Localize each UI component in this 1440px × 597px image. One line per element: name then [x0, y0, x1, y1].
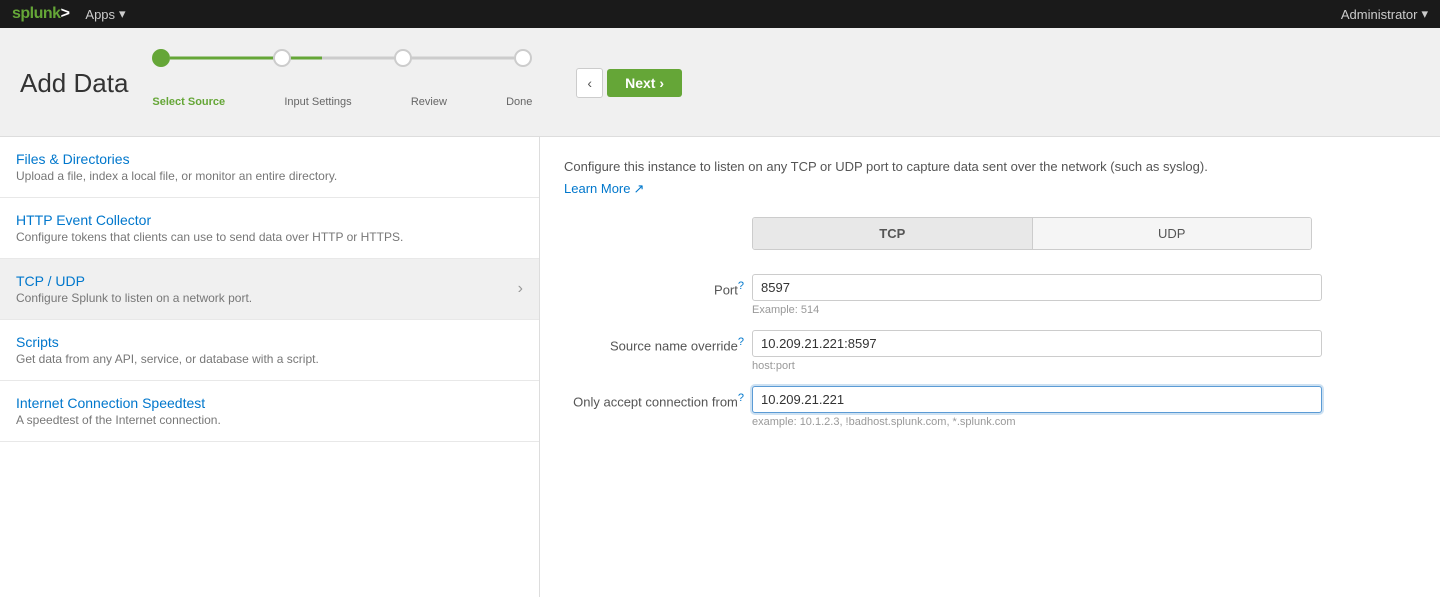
sidebar-item-scripts[interactable]: Scripts Get data from any API, service, … — [0, 320, 539, 381]
wizard-nav-buttons: ‹ Next › — [576, 68, 682, 98]
admin-menu[interactable]: Administrator ▾ — [1341, 6, 1428, 22]
sidebar-item-tcp-desc: Configure Splunk to listen on a network … — [16, 291, 518, 305]
connection-from-hint: example: 10.1.2.3, !badhost.splunk.com, … — [752, 416, 1322, 428]
sidebar-item-tcp-title: TCP / UDP — [16, 273, 518, 289]
content-area: Configure this instance to listen on any… — [540, 137, 1440, 597]
prev-button[interactable]: ‹ — [576, 68, 603, 98]
connection-from-input[interactable] — [752, 386, 1322, 413]
port-row: Port? Example: 514 — [564, 274, 1416, 316]
source-name-hint: host:port — [752, 360, 1322, 372]
wizard-step-3 — [394, 49, 412, 67]
sidebar-item-speedtest-title: Internet Connection Speedtest — [16, 395, 523, 411]
wizard-label-1: Select Source — [152, 96, 225, 108]
source-name-row: Source name override? host:port — [564, 330, 1416, 372]
sidebar-item-files[interactable]: Files & Directories Upload a file, index… — [0, 137, 539, 198]
page-title: Add Data — [20, 68, 128, 99]
sidebar-chevron-icon: › — [518, 280, 523, 298]
wizard-label-4: Done — [506, 96, 532, 108]
apps-chevron-icon: ▾ — [119, 6, 126, 22]
wizard-track — [152, 40, 532, 76]
page-header: Add Data Select Source Input Settings Re… — [0, 28, 1440, 137]
sidebar-item-tcp[interactable]: TCP / UDP Configure Splunk to listen on … — [0, 259, 539, 320]
udp-toggle-button[interactable]: UDP — [1033, 218, 1312, 249]
port-label: Port? — [564, 274, 744, 297]
admin-label: Administrator — [1341, 7, 1418, 22]
sidebar: Files & Directories Upload a file, index… — [0, 137, 540, 597]
next-button[interactable]: Next › — [607, 69, 682, 97]
connection-from-row: Only accept connection from? example: 10… — [564, 386, 1416, 428]
connection-from-tooltip-icon[interactable]: ? — [738, 392, 744, 404]
wizard-label-2: Input Settings — [284, 96, 351, 108]
admin-chevron-icon: ▾ — [1421, 6, 1428, 22]
sidebar-item-speedtest[interactable]: Internet Connection Speedtest A speedtes… — [0, 381, 539, 442]
sidebar-item-files-desc: Upload a file, index a local file, or mo… — [16, 169, 523, 183]
port-input[interactable] — [752, 274, 1322, 301]
protocol-toggle: TCP UDP — [752, 217, 1312, 250]
sidebar-item-http-desc: Configure tokens that clients can use to… — [16, 230, 523, 244]
content-description: Configure this instance to listen on any… — [564, 157, 1416, 177]
splunk-logo: splunk> — [12, 5, 69, 23]
wizard-step-1 — [152, 49, 170, 67]
main-layout: Files & Directories Upload a file, index… — [0, 137, 1440, 597]
wizard-steps — [152, 40, 532, 76]
apps-menu[interactable]: Apps ▾ — [85, 6, 125, 22]
sidebar-item-scripts-title: Scripts — [16, 334, 523, 350]
sidebar-item-speedtest-desc: A speedtest of the Internet connection. — [16, 413, 523, 427]
source-name-label: Source name override? — [564, 330, 744, 353]
learn-more-icon: ↗ — [633, 181, 644, 197]
sidebar-item-http-title: HTTP Event Collector — [16, 212, 523, 228]
wizard-step-2 — [273, 49, 291, 67]
sidebar-item-scripts-desc: Get data from any API, service, or datab… — [16, 352, 523, 366]
sidebar-item-http[interactable]: HTTP Event Collector Configure tokens th… — [0, 198, 539, 259]
learn-more-label: Learn More — [564, 181, 630, 196]
source-name-tooltip-icon[interactable]: ? — [738, 336, 744, 348]
learn-more-link[interactable]: Learn More ↗ — [564, 181, 644, 197]
port-hint: Example: 514 — [752, 304, 1322, 316]
wizard-label-3: Review — [411, 96, 447, 108]
tcp-toggle-button[interactable]: TCP — [753, 218, 1033, 249]
top-nav: splunk> Apps ▾ Administrator ▾ — [0, 0, 1440, 28]
port-tooltip-icon[interactable]: ? — [738, 280, 744, 292]
apps-label: Apps — [85, 7, 115, 22]
wizard-step-4 — [514, 49, 532, 67]
source-name-input[interactable] — [752, 330, 1322, 357]
wizard: Select Source Input Settings Review Done — [152, 40, 532, 108]
sidebar-item-files-title: Files & Directories — [16, 151, 523, 167]
connection-from-label: Only accept connection from? — [564, 386, 744, 409]
